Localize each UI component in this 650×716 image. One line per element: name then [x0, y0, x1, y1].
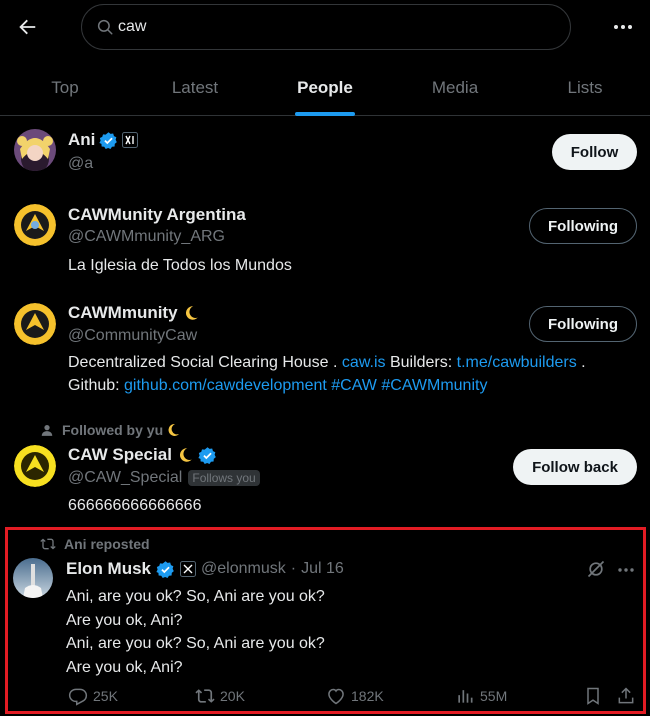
verified-badge-icon [156, 560, 175, 579]
moon-icon [176, 446, 194, 464]
repost-icon [40, 536, 56, 552]
user-handle: @CommunityCaw [68, 327, 198, 344]
avatar[interactable] [13, 558, 53, 598]
views-chart-icon [455, 686, 475, 706]
follows-you-badge: Follows you [188, 470, 260, 486]
user-handle: @a [68, 155, 94, 172]
name-row: Ani [68, 130, 139, 150]
avatar[interactable] [14, 303, 56, 345]
repost-label[interactable]: Ani reposted [64, 536, 150, 552]
user-bio: La Iglesia de Todos los Mundos [68, 257, 292, 274]
display-name[interactable]: Ani [68, 130, 95, 150]
bookmark-icon[interactable] [584, 686, 602, 706]
bio-link[interactable]: caw.is [342, 354, 386, 371]
post-line: Ani, are you ok? So, Ani are you ok? [66, 588, 325, 605]
name-row: CAW Special [68, 445, 217, 465]
followed-by-text[interactable]: Followed by yu [62, 422, 163, 438]
social-context: Followed by yu [40, 422, 181, 438]
following-button[interactable]: Following [529, 306, 637, 342]
tab-latest[interactable]: Latest [130, 60, 260, 116]
post-line: Ani, are you ok? So, Ani are you ok? [66, 635, 325, 652]
follow-button[interactable]: Follow [552, 134, 637, 170]
bio-hashtag[interactable]: #CAWMmunity [381, 377, 487, 394]
bio-link[interactable]: github.com/cawdevelopment [124, 377, 327, 394]
tab-top[interactable]: Top [0, 60, 130, 116]
tab-people[interactable]: People [260, 60, 390, 116]
user-cell[interactable]: CAWMunity Argentina @CAWMmunity_ARG La I… [0, 196, 650, 292]
like-count: 182K [351, 688, 384, 704]
user-cell[interactable]: Ani @a Follow [0, 117, 650, 197]
user-handle: @CAW_Special [68, 469, 183, 486]
display-name[interactable]: CAW Special [68, 445, 172, 465]
search-icon [96, 18, 116, 38]
name-row: CAWMmunity [68, 303, 200, 323]
avatar[interactable] [14, 204, 56, 246]
follow-back-button[interactable]: Follow back [513, 449, 637, 485]
search-box[interactable] [81, 4, 571, 50]
author-name[interactable]: Elon Musk [66, 559, 151, 579]
reply-button[interactable]: 25K [68, 686, 118, 706]
verified-badge-icon [198, 446, 217, 465]
reply-count: 25K [93, 688, 118, 704]
x-affiliate-icon [180, 561, 197, 577]
handle-row: @CAW_Special Follows you [68, 469, 260, 487]
user-cell[interactable]: CAWMmunity @CommunityCaw Decentralized S… [0, 294, 650, 412]
user-bio: Decentralized Social Clearing House . ca… [68, 351, 628, 397]
tab-media[interactable]: Media [390, 60, 520, 116]
like-button[interactable]: 182K [326, 686, 384, 706]
following-button[interactable]: Following [529, 208, 637, 244]
post-date[interactable]: Jul 16 [301, 560, 344, 578]
affiliate-logo-icon [122, 132, 139, 148]
author-handle[interactable]: @elonmusk [201, 560, 286, 578]
post-header: Elon Musk @elonmusk · Jul 16 [66, 559, 344, 579]
user-cell[interactable]: Followed by yu CAW Special @CAW_Special … [0, 414, 650, 524]
user-handle: @CAWMmunity_ARG [68, 228, 225, 245]
tab-lists[interactable]: Lists [520, 60, 650, 116]
reply-icon [68, 686, 88, 706]
repost-button[interactable]: 20K [195, 686, 245, 706]
back-arrow-icon[interactable] [14, 14, 40, 40]
repost-icon [195, 686, 215, 706]
more-options-icon[interactable] [610, 14, 636, 40]
highlighted-post[interactable]: Ani reposted Elon Musk @elonmusk · Jul 1… [5, 527, 646, 714]
views-button[interactable]: 55M [455, 686, 507, 706]
grok-icon[interactable] [586, 559, 606, 579]
display-name[interactable]: CAWMmunity [68, 303, 178, 323]
separator: · [290, 560, 297, 577]
post-line: Are you ok, Ani? [66, 611, 183, 629]
bio-text: Decentralized Social Clearing House . [68, 354, 342, 371]
post-text: Ani, are you ok? So, Ani are you ok? Are… [66, 585, 325, 679]
bio-text: Github: [68, 377, 125, 394]
repost-context: Ani reposted [40, 536, 150, 552]
user-bio: 666666666666666 [68, 497, 202, 514]
name-row: CAWMunity Argentina [68, 205, 246, 225]
search-tabs: Top Latest People Media Lists [0, 60, 650, 116]
post-more-icon[interactable] [616, 560, 636, 580]
heart-icon [326, 686, 346, 706]
moon-icon [182, 304, 200, 322]
bio-link[interactable]: t.me/cawbuilders [457, 354, 577, 371]
bio-text: . [576, 354, 586, 371]
views-count: 55M [480, 688, 508, 704]
search-input[interactable] [118, 15, 538, 39]
bio-text: Builders: [385, 354, 457, 371]
share-icon[interactable] [616, 686, 636, 706]
person-icon [40, 423, 54, 437]
bio-hashtag[interactable]: #CAW [331, 377, 377, 394]
moon-icon [165, 422, 181, 438]
avatar[interactable] [14, 129, 56, 171]
display-name[interactable]: CAWMunity Argentina [68, 205, 246, 225]
search-header: Top Latest People Media Lists [0, 0, 650, 116]
avatar[interactable] [14, 445, 56, 487]
post-line: Are you ok, Ani? [66, 658, 183, 676]
repost-count: 20K [220, 688, 245, 704]
verified-badge-icon [99, 131, 118, 150]
